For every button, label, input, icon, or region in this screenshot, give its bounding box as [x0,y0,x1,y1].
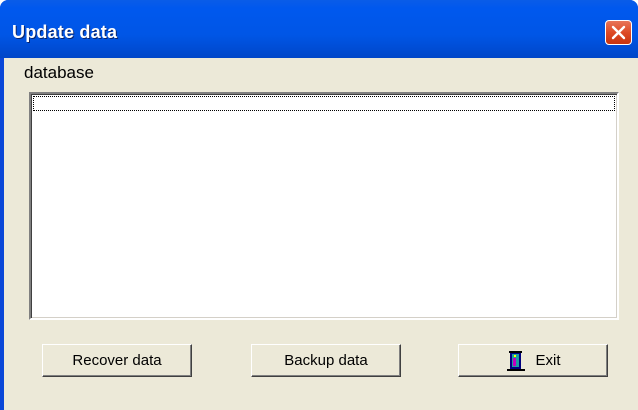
title-bar[interactable]: Update data [0,0,638,58]
exit-button[interactable]: Exit [458,344,608,377]
recover-data-label: Recover data [72,352,162,369]
backup-data-label: Backup data [284,352,368,369]
list-focus-row[interactable] [33,96,615,111]
recover-data-button[interactable]: Recover data [42,344,192,377]
update-data-window: Update data database Recover data Backup… [0,0,638,410]
window-title: Update data [12,22,118,42]
exit-label: Exit [535,352,561,369]
database-label: database [24,63,94,82]
close-button[interactable] [605,20,632,45]
database-listbox[interactable] [29,92,619,320]
dialog-body: database Recover data Backup data Exit [4,58,638,410]
door-exit-icon [505,350,527,372]
backup-data-button[interactable]: Backup data [251,344,401,377]
close-icon [611,25,626,40]
